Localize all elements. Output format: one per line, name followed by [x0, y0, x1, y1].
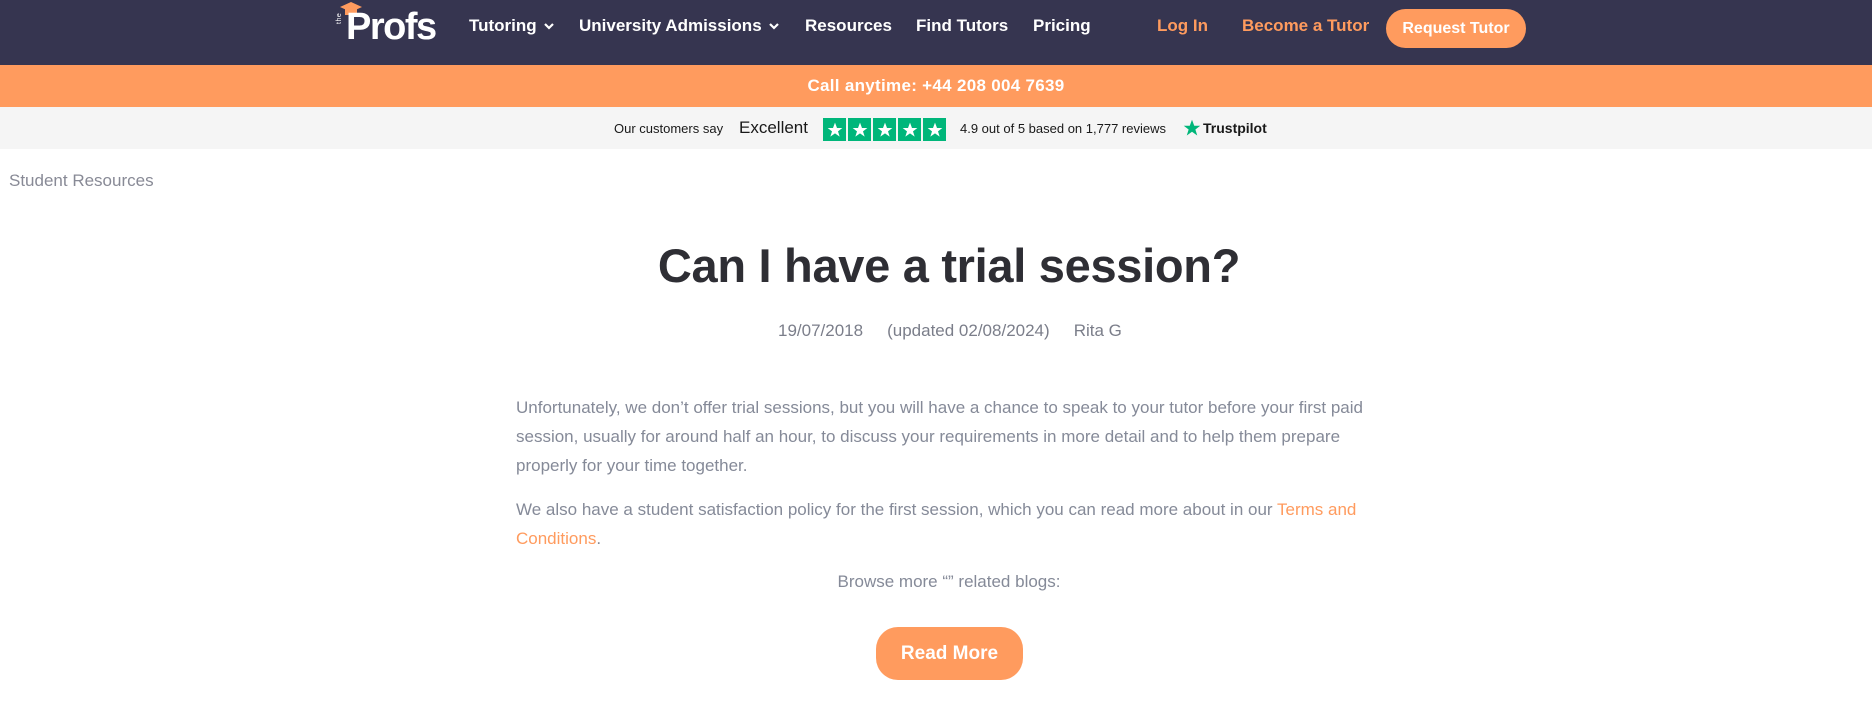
star-icon	[898, 118, 921, 141]
nav-find-tutors[interactable]: Find Tutors	[916, 16, 1008, 36]
request-tutor-button[interactable]: Request Tutor	[1386, 9, 1526, 48]
author-name[interactable]: Rita G	[1074, 321, 1122, 341]
logo-prefix: the	[336, 12, 343, 24]
call-banner: Call anytime: +44 208 004 7639	[0, 65, 1872, 107]
trustpilot-widget[interactable]: Our customers say Excellent 4.9 out of 5…	[0, 107, 1872, 149]
publish-date: 19/07/2018	[778, 321, 864, 340]
browse-related-text: Browse more “” related blogs:	[837, 572, 1061, 591]
trustpilot-star-icon	[1183, 119, 1201, 136]
call-banner-text[interactable]: Call anytime: +44 208 004 7639	[807, 76, 1064, 96]
article-paragraph: Unfortunately, we don’t offer trial sess…	[516, 398, 1363, 475]
trustpilot-logo[interactable]: Trustpilot	[1183, 119, 1267, 137]
updated-date: (updated 02/08/2024)	[887, 321, 1050, 340]
logo-wordmark: Profs	[346, 6, 437, 48]
star-icon	[848, 118, 871, 141]
nav-pricing[interactable]: Pricing	[1033, 16, 1091, 36]
nav-find-tutors-label: Find Tutors	[916, 16, 1009, 35]
star-icon	[873, 118, 896, 141]
paragraph-end: .	[596, 529, 602, 548]
trustpilot-rating-word: Excellent	[739, 118, 808, 137]
login-link[interactable]: Log In	[1157, 16, 1208, 36]
nav-resources-label: Resources	[805, 16, 892, 35]
nav-pricing-label: Pricing	[1033, 16, 1091, 35]
top-navbar: the Profs Tutoring University Admissions…	[0, 0, 1872, 65]
trustpilot-lead-text: Our customers say	[614, 121, 724, 136]
trustpilot-score: 4.9 out of 5 based on 1,777 reviews	[960, 121, 1166, 136]
chevron-down-icon	[768, 23, 779, 30]
paragraph-text: We also have a student satisfaction poli…	[516, 500, 1277, 519]
article-paragraph: We also have a student satisfaction poli…	[516, 495, 1396, 553]
nav-tutoring[interactable]: Tutoring	[469, 16, 555, 36]
read-more-button[interactable]: Read More	[876, 627, 1023, 680]
chevron-down-icon	[543, 23, 554, 30]
nav-university-admissions-label: University Admissions	[579, 16, 762, 35]
article-body: Unfortunately, we don’t offer trial sess…	[516, 393, 1396, 568]
star-icon	[823, 118, 846, 141]
trustpilot-stars	[823, 118, 946, 141]
nav-tutoring-label: Tutoring	[469, 16, 537, 35]
nav-resources[interactable]: Resources	[805, 16, 892, 36]
star-icon	[923, 118, 946, 141]
page-title: Can I have a trial session?	[657, 239, 1241, 292]
nav-university-admissions[interactable]: University Admissions	[579, 16, 780, 36]
article-meta: 19/07/2018 (updated 02/08/2024) Rita G	[778, 321, 1122, 341]
trustpilot-brand: Trustpilot	[1203, 120, 1267, 136]
breadcrumb[interactable]: Student Resources	[9, 171, 154, 191]
become-tutor-link[interactable]: Become a Tutor	[1242, 16, 1369, 36]
